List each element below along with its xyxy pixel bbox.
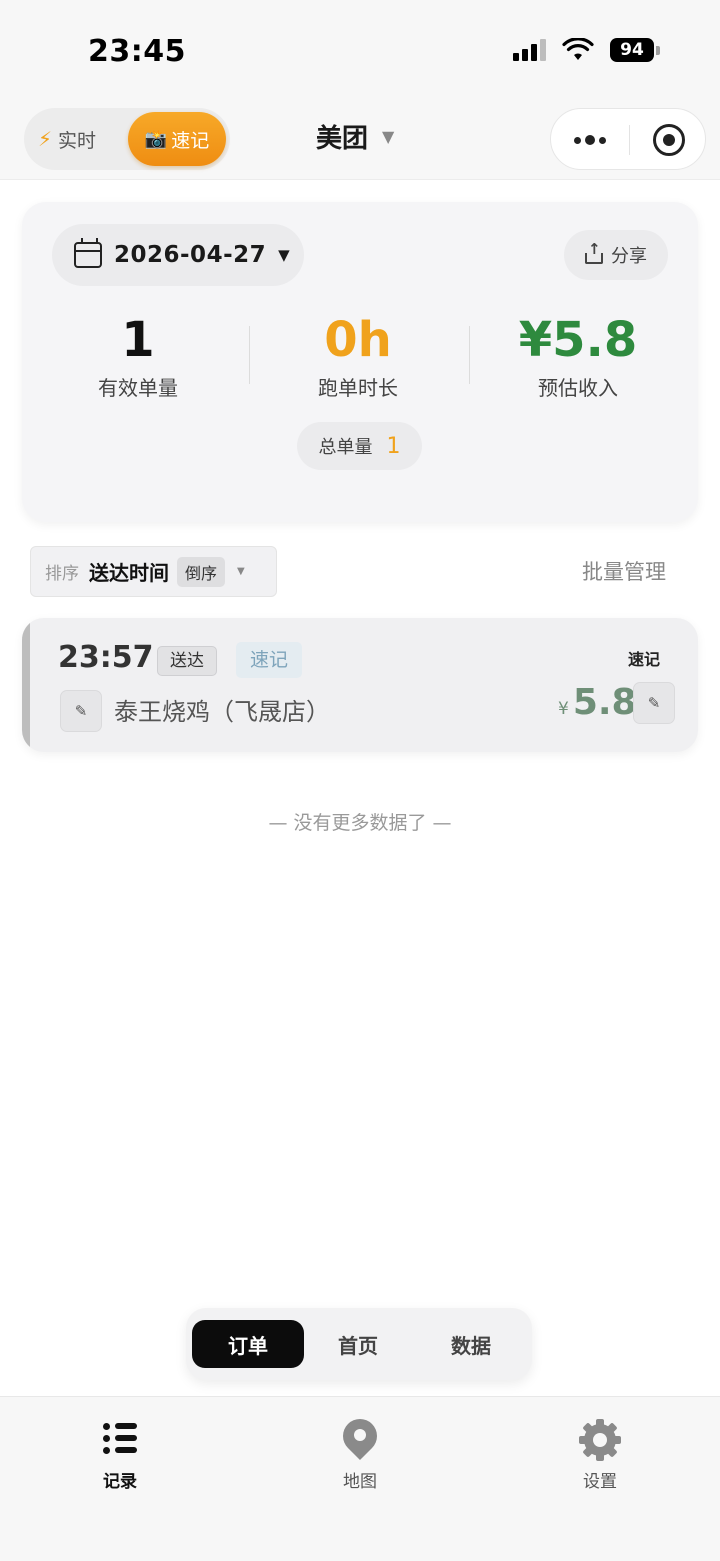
more-icon[interactable] — [551, 109, 629, 171]
stat-duration: 0h 跑单时长 — [248, 312, 468, 401]
edit-shop-button[interactable]: ✎ — [60, 690, 102, 732]
caret-down-icon: ▼ — [278, 246, 290, 264]
app-header: ⚡ 实时 📸 速记 美团 ▼ — [0, 100, 720, 180]
mode-realtime-label: 实时 — [58, 129, 97, 152]
view-segmented-control: 订单 首页 数据 — [186, 1308, 532, 1380]
signal-icon — [513, 39, 546, 61]
gear-icon — [579, 1419, 621, 1461]
status-bar: 23:45 94 — [0, 0, 720, 100]
date-picker[interactable]: 2026-04-27 ▼ — [52, 224, 304, 286]
list-icon — [103, 1419, 137, 1461]
bottom-tab-bar: 记录 地图 设置 — [0, 1396, 720, 1561]
order-shop-name: 泰王烧鸡（飞晟店） — [114, 698, 330, 726]
stat-valid-orders: 1 有效单量 — [28, 312, 248, 401]
map-pin-icon — [335, 1411, 385, 1461]
seg-home[interactable]: 首页 — [302, 1320, 414, 1368]
caret-down-icon: ▼ — [382, 127, 395, 146]
sort-label: 排序 — [45, 564, 79, 584]
no-more-data: — 没有更多数据了 — — [268, 812, 452, 834]
platform-selector[interactable]: 美团 ▼ — [316, 118, 394, 155]
batch-manage-button[interactable]: 批量管理 — [582, 556, 666, 586]
platform-name: 美团 — [316, 124, 369, 154]
summary-card: 2026-04-27 ▼ 分享 1 有效单量 0h 跑单时长 ¥5.8 预估收入… — [22, 202, 698, 522]
mode-quick-button[interactable]: 📸 速记 — [128, 112, 226, 166]
order-amount: ¥ 5.8 — [558, 682, 637, 723]
caret-down-icon: ▼ — [237, 566, 245, 577]
order-source-tag: 速记 — [236, 642, 303, 678]
stat-value: ¥5.8 — [518, 312, 638, 368]
tab-label: 记录 — [103, 1472, 137, 1492]
status-icons: 94 — [513, 38, 660, 62]
total-orders-pill: 总单量 1 — [297, 422, 422, 470]
calendar-icon — [74, 238, 102, 268]
currency-symbol: ¥ — [558, 699, 569, 719]
mode-quick-label: 速记 — [171, 129, 210, 152]
order-status-tag: 送达 — [157, 646, 217, 676]
pencil-icon: ✎ — [647, 694, 661, 712]
edit-amount-button[interactable]: ✎ — [633, 682, 675, 724]
order-time: 23:57 — [58, 640, 154, 675]
order-accent-bar — [22, 618, 30, 752]
pencil-icon: ✎ — [74, 702, 88, 720]
stat-label: 有效单量 — [98, 376, 178, 400]
wifi-icon — [562, 38, 594, 60]
tab-settings[interactable]: 设置 — [540, 1419, 660, 1492]
order-source-label: 速记 — [628, 650, 661, 669]
stat-value: 0h — [324, 312, 392, 368]
tab-map[interactable]: 地图 — [300, 1411, 420, 1492]
miniprogram-capsule — [550, 108, 706, 170]
app-screen: 23:45 94 ⚡ 实时 📸 速记 美团 ▼ 2026-04-27 ▼ ↑ 分… — [0, 0, 720, 1561]
share-button[interactable]: 分享 — [564, 230, 668, 280]
stat-income: ¥5.8 预估收入 — [468, 312, 688, 401]
status-time: 23:45 — [88, 34, 186, 69]
share-label: 分享 — [611, 246, 647, 267]
share-icon — [585, 240, 603, 264]
close-target-icon[interactable] — [653, 124, 685, 156]
total-label: 总单量 — [318, 437, 373, 458]
mode-toggle: ⚡ 实时 📸 速记 — [24, 108, 230, 170]
tab-label: 设置 — [583, 1472, 617, 1492]
mode-realtime-button[interactable]: ⚡ 实时 — [38, 108, 96, 170]
battery-level: 94 — [610, 38, 654, 62]
stat-label: 预估收入 — [538, 376, 618, 400]
date-value: 2026-04-27 — [114, 242, 267, 268]
seg-orders[interactable]: 订单 — [192, 1320, 304, 1368]
tab-records[interactable]: 记录 — [60, 1419, 180, 1492]
sort-order-badge: 倒序 — [177, 556, 226, 587]
amount-value: 5.8 — [572, 682, 637, 723]
order-card[interactable]: 23:57 送达 速记 速记 ✎ 泰王烧鸡（飞晟店） ¥ 5.8 ✎ — [22, 618, 698, 752]
sort-selector[interactable]: 排序 送达时间 倒序 ▼ — [30, 546, 277, 597]
seg-data[interactable]: 数据 — [415, 1320, 527, 1368]
stat-label: 跑单时长 — [318, 376, 398, 400]
lightning-icon: ⚡ — [38, 127, 53, 151]
stat-value: 1 — [121, 312, 155, 368]
tab-label: 地图 — [343, 1472, 377, 1492]
battery-icon: 94 — [610, 38, 660, 62]
total-value: 1 — [386, 433, 401, 459]
camera-icon: 📸 — [144, 128, 168, 150]
sort-field: 送达时间 — [89, 561, 169, 585]
